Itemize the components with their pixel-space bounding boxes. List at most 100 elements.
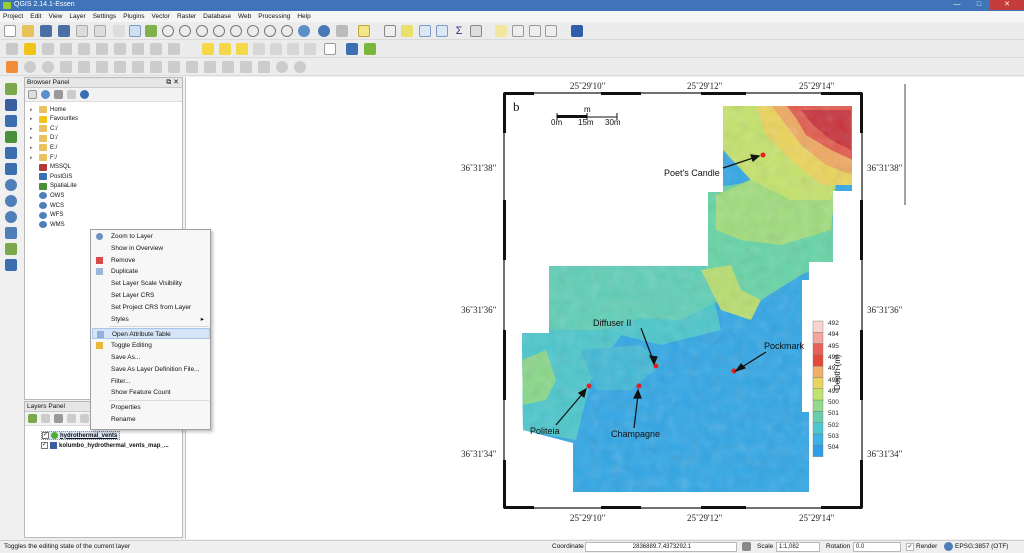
help-icon[interactable] [571,25,583,37]
text-annotation-icon[interactable] [545,25,557,37]
menu-help[interactable]: Help [297,13,310,20]
browser-item[interactable]: OWS [39,191,64,200]
maximize-button[interactable]: □ [968,0,990,10]
add-feature-icon[interactable] [60,43,72,55]
menu-processing[interactable]: Processing [258,13,290,20]
current-edits-icon[interactable] [6,43,18,55]
filter-expression-icon[interactable] [67,414,76,423]
menu-item-show-in-overview[interactable]: Show in Overview [92,243,210,254]
merge-attributes-icon[interactable] [276,61,288,73]
save-project-icon[interactable] [40,25,52,37]
menu-view[interactable]: View [48,13,62,20]
menu-item-rename[interactable]: Rename [92,414,210,425]
browser-item[interactable]: MSSQL [39,163,71,172]
expand-arrow-icon[interactable]: ▸ [30,135,33,141]
pan-to-selection-icon[interactable] [145,25,157,37]
menu-settings[interactable]: Settings [93,13,117,20]
map-tips-icon[interactable] [495,25,507,37]
menu-edit[interactable]: Edit [30,13,41,20]
add-spatialite-layer-icon[interactable] [5,131,17,143]
menu-raster[interactable]: Raster [177,13,196,20]
map-canvas[interactable]: b m 0m 15m 30m 25˚29'10" 25˚29'12" 25˚29… [185,77,1024,539]
zoom-next-icon[interactable] [281,25,293,37]
merge-features-icon[interactable] [258,61,270,73]
crs-globe-icon[interactable] [944,542,953,551]
menu-database[interactable]: Database [203,13,231,20]
menu-plugins[interactable]: Plugins [123,13,144,20]
change-label-icon[interactable] [287,43,299,55]
browser-item[interactable]: ▸ Favourites [30,115,78,124]
measure-icon[interactable] [470,25,482,37]
select-features-icon[interactable] [358,25,370,37]
highlight-labels-icon[interactable] [236,43,248,55]
render-checkbox[interactable]: ✓ [906,543,914,551]
expand-arrow-icon[interactable]: ▸ [30,145,33,151]
new-shapefile-icon[interactable] [5,243,17,255]
add-mssql-layer-icon[interactable] [5,147,17,159]
bookmark-icon[interactable] [512,25,524,37]
add-ring-icon[interactable] [96,61,108,73]
zoom-layer-icon[interactable] [247,25,259,37]
add-wcs-layer-icon[interactable] [5,195,17,207]
refresh-icon[interactable] [298,25,310,37]
browser-item[interactable]: PostGIS [39,172,72,181]
menu-item-save-as[interactable]: Save As... [92,352,210,363]
offset-curve-icon[interactable] [204,61,216,73]
menu-item-properties[interactable]: Properties [92,402,210,413]
close-button[interactable]: ✕ [990,0,1024,10]
attribute-table-icon[interactable] [419,25,431,37]
rotate-symbols-icon[interactable] [294,61,306,73]
menu-item-set-project-crs-from-layer[interactable]: Set Project CRS from Layer [92,302,210,313]
crs-status[interactable]: EPSG:3857 (OTF) [955,543,1008,550]
zoom-last-icon[interactable] [264,25,276,37]
field-calculator-icon[interactable] [436,25,448,37]
redo-icon[interactable] [42,61,54,73]
undo-icon[interactable] [24,61,36,73]
browser-item[interactable]: WCS [39,201,64,210]
menu-item-show-feature-count[interactable]: Show Feature Count [92,387,210,398]
expand-arrow-icon[interactable]: ▸ [30,155,33,161]
expand-arrow-icon[interactable]: ▸ [30,107,33,113]
add-part-icon[interactable] [114,61,126,73]
browser-item[interactable]: SpatiaLite [39,182,77,191]
copy-features-icon[interactable] [150,43,162,55]
show-hide-labels-icon[interactable] [304,43,316,55]
paste-features-icon[interactable] [168,43,180,55]
add-wms-layer-icon[interactable] [5,179,17,191]
add-wfs-layer-icon[interactable] [5,211,17,223]
browser-item[interactable]: WFS [39,211,63,220]
composer-manager-icon[interactable] [94,25,106,37]
plugin-icon[interactable] [364,43,376,55]
add-vector-layer-icon[interactable] [5,83,17,95]
scale-field[interactable]: 1:1,082 [776,542,820,552]
statistics-icon[interactable]: Σ [453,25,465,37]
menu-item-styles[interactable]: Styles ▸ [92,314,210,325]
split-features-icon[interactable] [222,61,234,73]
move-label-icon[interactable] [253,43,265,55]
menu-item-duplicate[interactable]: Duplicate [92,266,210,277]
select-by-value-icon[interactable] [384,25,396,37]
delete-selected-icon[interactable] [114,43,126,55]
filter-legend-icon[interactable] [54,414,63,423]
deselect-icon[interactable] [401,25,413,37]
browser-item[interactable]: ▸ C:/ [30,124,58,133]
coordinate-field[interactable]: 2836889.7,4373292.1 [585,542,737,552]
menu-item-set-layer-crs[interactable]: Set Layer CRS [92,290,210,301]
zoom-full-icon[interactable] [213,25,225,37]
layer-visibility-checkbox[interactable]: ✓ [42,432,49,439]
print-composer-icon[interactable] [76,25,88,37]
expand-arrow-icon[interactable]: ▸ [30,116,33,122]
style-icon[interactable] [28,414,37,423]
add-raster-layer-icon[interactable] [5,99,17,111]
menu-item-filter[interactable]: Filter... [92,376,210,387]
csw-icon[interactable] [324,43,336,55]
simplify-icon[interactable] [78,61,90,73]
menu-item-open-attribute-table[interactable]: Open Attribute Table [92,328,210,340]
cut-features-icon[interactable] [132,43,144,55]
add-postgis-layer-icon[interactable] [5,115,17,127]
add-delimited-text-icon[interactable] [5,227,17,239]
digitize-icon[interactable] [6,61,18,73]
menu-item-toggle-editing[interactable]: Toggle Editing [92,340,210,351]
identify-icon[interactable] [318,25,330,37]
browser-item[interactable]: WMS [39,220,65,229]
